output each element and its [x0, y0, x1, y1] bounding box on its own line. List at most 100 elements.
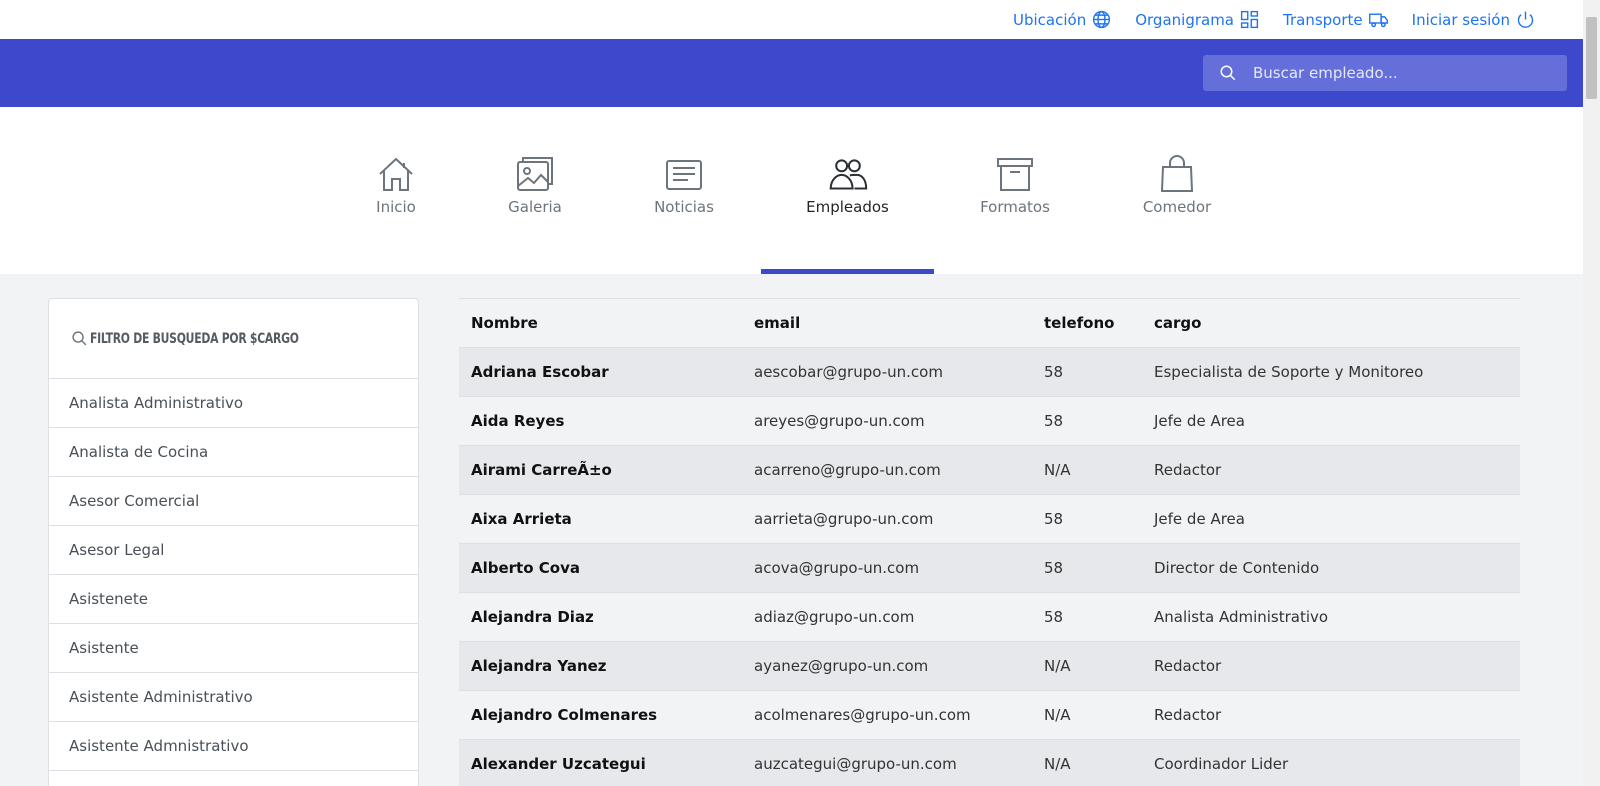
cell-cargo: Jefe de Area [1142, 494, 1520, 544]
tab-label: Noticias [654, 198, 714, 216]
news-icon [664, 154, 704, 194]
ubicacion-link[interactable]: Ubicación [1013, 9, 1112, 30]
organigrama-label: Organigrama [1135, 10, 1235, 29]
cell-telefono: N/A [1032, 739, 1142, 786]
cell-email: aescobar@grupo-un.com [742, 347, 1032, 397]
tab-label: Inicio [376, 198, 416, 216]
cell-cargo: Redactor [1142, 690, 1520, 740]
tab-label: Comedor [1142, 198, 1212, 216]
iniciar-sesion-link[interactable]: Iniciar sesión [1412, 9, 1536, 30]
cargo-item[interactable]: Asistente [49, 624, 418, 673]
cargo-item[interactable]: Asistente Admnistrativo [49, 722, 418, 771]
globe-icon [1093, 10, 1111, 29]
cell-email: aarrieta@grupo-un.com [742, 494, 1032, 544]
cell-nombre: Alejandra Yanez [459, 641, 742, 691]
organigrama-link[interactable]: Organigrama [1135, 9, 1260, 30]
scrollbar-thumb[interactable] [1586, 17, 1597, 99]
cell-nombre: Airami CarreÃ±o [459, 445, 742, 495]
cell-email: acolmenares@grupo-un.com [742, 690, 1032, 740]
cargo-item[interactable]: Asesor Comercial [49, 477, 418, 526]
cargo-item[interactable] [49, 771, 418, 786]
column-header-telefono[interactable]: telefono [1032, 298, 1142, 348]
bag-icon [1157, 154, 1197, 194]
cargo-item[interactable]: Analista de Cocina [49, 428, 418, 477]
tab-label: Formatos [980, 198, 1050, 216]
tab-empleados[interactable]: Empleados [761, 107, 934, 274]
main-nav: Inicio Galeria Noticias Empleados Format… [0, 107, 1583, 274]
cell-telefono: 58 [1032, 396, 1142, 446]
cell-nombre: Alexander Uzcategui [459, 739, 742, 786]
column-header-cargo[interactable]: cargo [1142, 298, 1520, 348]
cargo-filter-panel: Filtro de busqueda por $cargo Analista A… [48, 298, 419, 786]
cell-cargo: Redactor [1142, 445, 1520, 495]
search-input[interactable] [1253, 55, 1567, 91]
cell-telefono: N/A [1032, 445, 1142, 495]
filter-title: Filtro de busqueda por $cargo [90, 330, 299, 347]
cell-cargo: Especialista de Soporte y Monitoreo [1142, 347, 1520, 397]
power-icon [1517, 11, 1534, 28]
table-header-row: Nombre email telefono cargo [459, 298, 1520, 348]
table-row[interactable]: Alexander Uzcategui auzcategui@grupo-un.… [459, 739, 1520, 786]
cell-cargo: Coordinador Lider [1142, 739, 1520, 786]
column-header-nombre[interactable]: Nombre [459, 298, 742, 348]
table-row[interactable]: Alejandro Colmenares acolmenares@grupo-u… [459, 690, 1520, 740]
tab-label: Empleados [806, 198, 889, 216]
table-row[interactable]: Alejandra Yanez ayanez@grupo-un.com N/A … [459, 641, 1520, 691]
table-row[interactable]: Aida Reyes areyes@grupo-un.com 58 Jefe d… [459, 396, 1520, 446]
table-row[interactable]: Alberto Cova acova@grupo-un.com 58 Direc… [459, 543, 1520, 593]
cell-nombre: Adriana Escobar [459, 347, 742, 397]
cell-email: acarreno@grupo-un.com [742, 445, 1032, 495]
cell-email: ayanez@grupo-un.com [742, 641, 1032, 691]
cell-cargo: Jefe de Area [1142, 396, 1520, 446]
tab-comedor[interactable]: Comedor [1137, 107, 1217, 274]
tab-galeria[interactable]: Galeria [500, 107, 570, 274]
table-row[interactable]: Aixa Arrieta aarrieta@grupo-un.com 58 Je… [459, 494, 1520, 544]
cargo-item[interactable]: Analista Administrativo [49, 379, 418, 428]
page-scrollbar[interactable] [1583, 0, 1600, 786]
archive-icon [995, 154, 1035, 194]
tab-label: Galeria [508, 198, 562, 216]
header-bar [0, 39, 1583, 107]
cell-email: areyes@grupo-un.com [742, 396, 1032, 446]
cell-nombre: Alejandro Colmenares [459, 690, 742, 740]
cell-email: acova@grupo-un.com [742, 543, 1032, 593]
cell-email: auzcategui@grupo-un.com [742, 739, 1032, 786]
ubicacion-label: Ubicación [1013, 10, 1087, 29]
cell-cargo: Redactor [1142, 641, 1520, 691]
search-icon [72, 331, 87, 346]
cell-telefono: 58 [1032, 592, 1142, 642]
iniciar-sesion-label: Iniciar sesión [1411, 10, 1510, 29]
cell-cargo: Director de Contenido [1142, 543, 1520, 593]
table-row[interactable]: Adriana Escobar aescobar@grupo-un.com 58… [459, 347, 1520, 397]
images-icon [515, 154, 555, 194]
cell-telefono: 58 [1032, 347, 1142, 397]
cell-cargo: Analista Administrativo [1142, 592, 1520, 642]
search-icon [1203, 64, 1253, 82]
cargo-item[interactable]: Asistente Administrativo [49, 673, 418, 722]
cell-telefono: N/A [1032, 690, 1142, 740]
grid-icon [1240, 10, 1259, 29]
cell-nombre: Aixa Arrieta [459, 494, 742, 544]
employee-search[interactable] [1203, 55, 1567, 91]
cargo-item[interactable]: Asistenete [49, 575, 418, 624]
cell-telefono: 58 [1032, 543, 1142, 593]
tab-inicio[interactable]: Inicio [361, 107, 431, 274]
cell-nombre: Alberto Cova [459, 543, 742, 593]
table-row[interactable]: Airami CarreÃ±o acarreno@grupo-un.com N/… [459, 445, 1520, 495]
home-icon [376, 154, 416, 194]
transporte-link[interactable]: Transporte [1283, 9, 1389, 30]
active-tab-underline [761, 269, 934, 274]
table-row[interactable]: Alejandra Diaz adiaz@grupo-un.com 58 Ana… [459, 592, 1520, 642]
cell-email: adiaz@grupo-un.com [742, 592, 1032, 642]
employees-table: Nombre email telefono cargo Adriana Esco… [459, 298, 1520, 786]
top-utility-bar: Ubicación Organigrama Transporte Iniciar… [0, 0, 1583, 39]
cargo-item[interactable]: Asesor Legal [49, 526, 418, 575]
top-links: Ubicación Organigrama Transporte Iniciar… [1013, 0, 1536, 39]
column-header-email[interactable]: email [742, 298, 1032, 348]
tab-noticias[interactable]: Noticias [649, 107, 719, 274]
transporte-label: Transporte [1283, 10, 1363, 29]
cell-telefono: 58 [1032, 494, 1142, 544]
filter-header: Filtro de busqueda por $cargo [49, 299, 418, 379]
people-icon [828, 154, 868, 194]
tab-formatos[interactable]: Formatos [975, 107, 1055, 274]
